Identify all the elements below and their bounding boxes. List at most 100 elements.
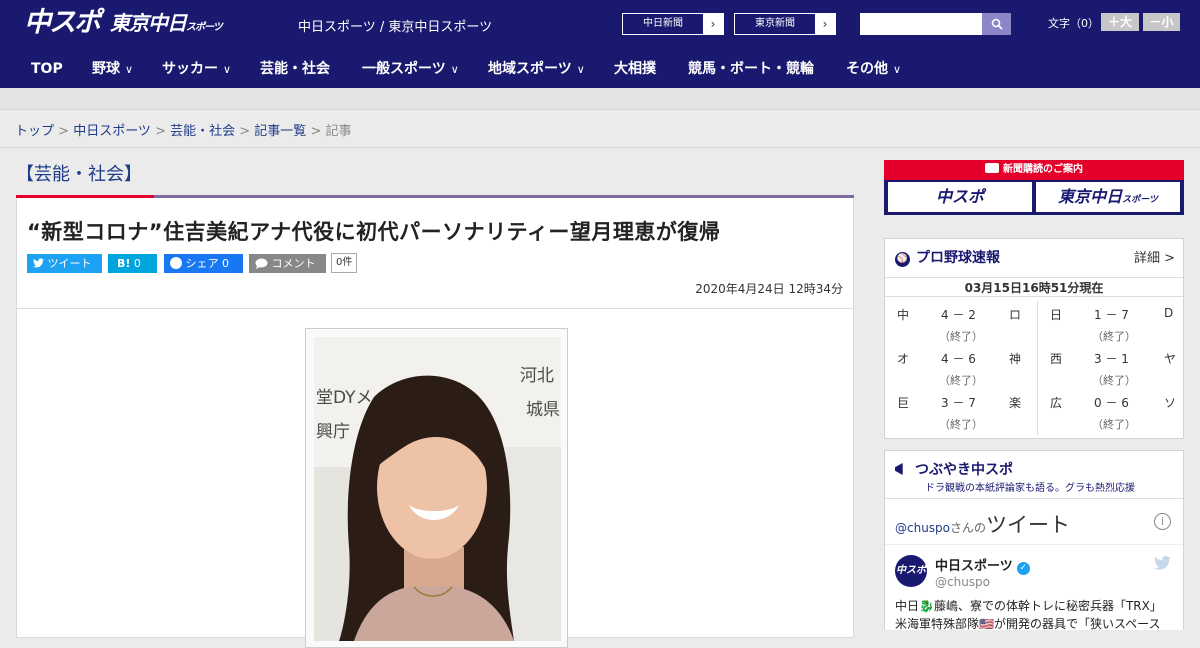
tweets-divider <box>885 544 1183 545</box>
chevron-down-icon: ∨ <box>893 63 902 76</box>
score-row[interactable]: オ 4 － 6 神 （終了） <box>897 345 1037 389</box>
backdrop-text: 堂DYメ <box>316 388 373 408</box>
score-row[interactable]: 巨 3 － 7 楽 （終了） <box>897 389 1037 433</box>
nav-item-top[interactable]: TOP <box>31 48 63 88</box>
nav-label: サッカー <box>162 61 218 77</box>
comment-button[interactable]: コメント <box>249 254 326 273</box>
team-home: 西 <box>1050 352 1063 366</box>
score: 4 － 2 <box>941 308 976 322</box>
nav-item-keiba[interactable]: 競馬・ボート・競輪 <box>688 48 814 88</box>
hatena-bookmark-button[interactable]: B! 0 <box>108 254 157 273</box>
font-bigger-button[interactable]: ＋大 <box>1101 13 1139 31</box>
tweet-text[interactable]: 中日🐉藤嶋、寮での体幹トレに秘密兵器「TRX」 米海軍特殊部隊🇺🇸が開発の器具で「… <box>895 597 1175 633</box>
score-row[interactable]: 西 3 － 1 ヤ （終了） <box>1050 345 1190 389</box>
game-status: （終了） <box>939 330 983 343</box>
nav-item-other[interactable]: その他 ∨ <box>846 48 901 88</box>
article-photo[interactable]: 河北 堂DYメ 城県、 興庁 <box>314 337 561 641</box>
game-status: （終了） <box>1092 418 1136 431</box>
font-smaller-button[interactable]: －小 <box>1143 13 1180 31</box>
game-status: （終了） <box>1092 330 1136 343</box>
breadcrumb-current: 記事 <box>325 124 352 139</box>
tweet-author-name[interactable]: 中日スポーツ ✓ <box>935 555 1030 575</box>
ad-band <box>0 88 1200 110</box>
tweets-subtitle: ドラ観戦の本紙評論家も語る。グラも熱烈応援 <box>925 483 1135 494</box>
top-header: 中スポ 東京中日スポーツ 中日スポーツ / 東京中日スポーツ 中日新聞 › 東京新… <box>0 0 1200 48</box>
nav-item-general-sports[interactable]: 一般スポーツ ∨ <box>362 48 459 88</box>
score: 3 － 7 <box>941 396 976 410</box>
score-column-left: 中 4 － 2 ロ （終了） オ 4 － 6 神 （終了） 巨 3 － 7 楽 （終了） <box>897 301 1037 433</box>
nav-item-entertainment[interactable]: 芸能・社会 <box>260 48 330 88</box>
nav-label: 大相撲 <box>614 61 656 77</box>
tweets-title-mid: さんの <box>950 521 987 535</box>
breadcrumb-article-list[interactable]: 記事一覧 <box>254 124 306 139</box>
breadcrumb: トップ > 中日スポーツ > 芸能・社会 > 記事一覧 > 記事 <box>0 110 1200 148</box>
facebook-share-button[interactable]: シェア 0 <box>164 254 243 273</box>
twitter-bird-icon <box>33 258 44 268</box>
score: 4 － 6 <box>941 352 976 366</box>
nav-item-baseball[interactable]: 野球 ∨ <box>92 48 133 88</box>
tweets-panel: つぶやき中スポ ドラ観戦の本紙評論家も語る。グラも熱烈応援 @chuspoさんの… <box>884 450 1184 633</box>
newspaper-icon <box>985 163 999 173</box>
breadcrumb-top[interactable]: トップ <box>15 124 54 139</box>
score-row[interactable]: 中 4 － 2 ロ （終了） <box>897 301 1037 345</box>
chuspo-logo[interactable]: 中スポ <box>24 8 101 38</box>
team-home: 中 <box>897 308 910 322</box>
author-name-text: 中日スポーツ <box>935 559 1013 574</box>
site-links[interactable]: 中日スポーツ / 東京中日スポーツ <box>298 16 492 35</box>
info-icon[interactable]: i <box>1154 513 1171 530</box>
score-column-right: 日 1 － 7 D （終了） 西 3 － 1 ヤ （終了） 広 0 － 6 ソ （終了） <box>1050 301 1190 433</box>
subscribe-chuspo-button[interactable]: 中スポ <box>888 182 1032 212</box>
tweets-account-link[interactable]: @chuspo <box>895 521 950 535</box>
twitter-logo <box>1154 556 1171 570</box>
game-status: （終了） <box>939 374 983 387</box>
nav-label: その他 <box>846 61 888 77</box>
category-heading: 【芸能・社会】 <box>16 164 142 185</box>
portrait-image: 河北 堂DYメ 城県、 興庁 <box>314 337 561 641</box>
game-status: （終了） <box>1092 374 1136 387</box>
search-button[interactable] <box>982 13 1011 35</box>
tokyo-logo-small: スポーツ <box>186 22 223 33</box>
chevron-right-icon: › <box>815 14 835 34</box>
facebook-icon <box>170 257 182 269</box>
team-home: オ <box>897 352 910 366</box>
subscription-title: 新聞購読のご案内 <box>884 160 1184 180</box>
breadcrumb-sep: > <box>235 124 255 139</box>
tweets-title-big: ツイート <box>986 513 1071 537</box>
baseball-detail-link[interactable]: 詳細 > <box>1134 247 1175 266</box>
speech-bubble-icon <box>255 258 268 269</box>
hatena-icon: B! <box>117 257 131 270</box>
breadcrumb-entertainment[interactable]: 芸能・社会 <box>170 124 235 139</box>
nav-item-sumo[interactable]: 大相撲 <box>614 48 656 88</box>
team-away: D <box>1164 306 1174 320</box>
chevron-right-icon: › <box>703 14 723 34</box>
team-home: 日 <box>1050 308 1063 322</box>
avatar[interactable]: 中スポ <box>895 555 927 587</box>
tweet-author-handle[interactable]: @chuspo <box>935 575 990 589</box>
nav-item-local-sports[interactable]: 地域スポーツ ∨ <box>488 48 585 88</box>
tokyo-chunichi-small: スポーツ <box>1122 195 1158 205</box>
score-timestamp: 03月15日16時51分現在 <box>885 277 1183 297</box>
tweet-text-line: 米海軍特殊部隊🇺🇸が開発の器具で「狭いスペース <box>895 617 1161 631</box>
article-date: 2020年4月24日 12時34分 <box>695 282 843 296</box>
twitter-bird-icon[interactable] <box>1154 555 1171 574</box>
chunichi-shimbun-link[interactable]: 中日新聞 › <box>622 13 724 35</box>
nav-label: 芸能・社会 <box>260 61 330 77</box>
breadcrumb-sep: > <box>306 124 326 139</box>
score: 0 － 6 <box>1094 396 1129 410</box>
backdrop-text: 興庁 <box>316 422 350 442</box>
subscribe-tokyo-chunichi-button[interactable]: 東京中日スポーツ <box>1036 182 1180 212</box>
tweet-label: ツイート <box>47 257 92 270</box>
chevron-down-icon: ∨ <box>576 63 585 76</box>
baseball-title: ⚾ プロ野球速報 <box>895 247 1000 267</box>
tweet-button[interactable]: ツイート <box>27 254 102 273</box>
score: 3 － 1 <box>1094 352 1129 366</box>
search-input[interactable] <box>860 13 982 35</box>
score-row[interactable]: 日 1 － 7 D （終了） <box>1050 301 1190 345</box>
breadcrumb-chunichi-sports[interactable]: 中日スポーツ <box>73 124 151 139</box>
facebook-share-label: シェア <box>185 257 219 270</box>
score-row[interactable]: 広 0 － 6 ソ （終了） <box>1050 389 1190 433</box>
backdrop-text: 河北 <box>520 366 554 386</box>
tokyo-chunichi-logo[interactable]: 東京中日スポーツ <box>110 11 223 40</box>
nav-item-soccer[interactable]: サッカー ∨ <box>162 48 231 88</box>
tokyo-shimbun-link[interactable]: 東京新聞 › <box>734 13 836 35</box>
